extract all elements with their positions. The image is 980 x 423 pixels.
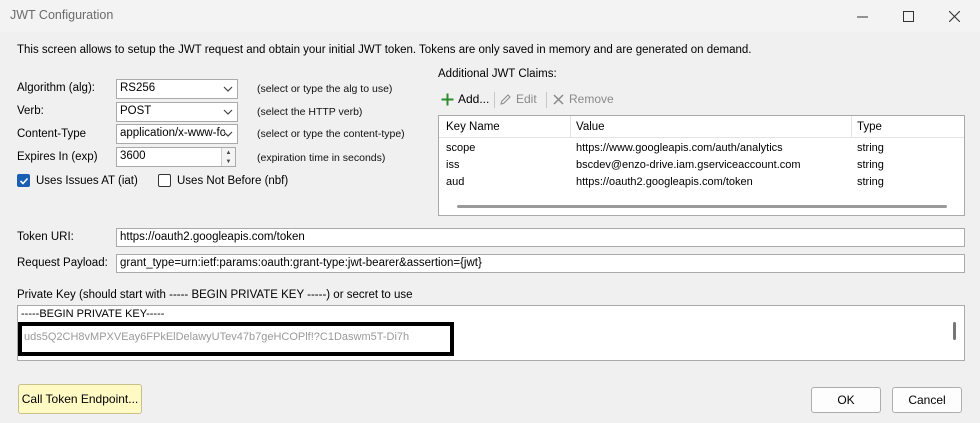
minimize-icon [856,16,868,17]
checkbox-checked-icon[interactable] [17,174,30,187]
column-header-value[interactable]: Value [576,121,605,133]
window-title: JWT Configuration [10,8,114,22]
cell-value: https://www.googleapis.com/auth/analytic… [576,142,783,154]
redaction-box: uds5Q2CH8vMPXVEay6FPkElDelawyUTev47b7geH… [18,322,454,356]
content-type-value: application/x-www-fc [120,127,226,139]
expires-in-hint: (expiration time in seconds) [257,152,386,164]
content-type-combo[interactable]: application/x-www-fc [116,124,238,144]
add-claim-button[interactable]: Add... [441,92,489,106]
checkbox-unchecked-icon[interactable] [158,174,171,187]
add-claim-label: Add... [458,92,490,106]
maximize-icon [902,10,914,22]
chevron-down-icon [223,86,233,92]
grid-header: Key Name Value Type [439,116,964,138]
cell-type: string [857,142,884,154]
horizontal-scrollbar[interactable] [457,205,947,208]
cell-value: bscdev@enzo-drive.iam.gserviceaccount.co… [576,159,801,171]
remove-claim-label: Remove [569,92,614,106]
close-icon [948,10,960,22]
maximize-button[interactable] [885,0,931,32]
expires-in-label: Expires In (exp) [17,151,98,163]
cancel-button[interactable]: Cancel [892,387,962,413]
column-header-key[interactable]: Key Name [446,121,500,133]
claims-grid[interactable]: Key Name Value Type scope https://www.go… [438,115,965,216]
edit-claim-button[interactable]: Edit [499,92,537,106]
uses-not-before-label: Uses Not Before (nbf) [177,174,289,187]
expires-in-value: 3600 [120,150,146,162]
algorithm-combo[interactable]: RS256 [116,79,238,99]
private-key-label: Private Key (should start with ----- BEG… [17,289,413,301]
expires-in-spinner[interactable]: 3600 ▲ ▼ [116,147,236,167]
cell-key: iss [446,159,460,171]
private-key-partial-line: uds5Q2CH8vMPXVEay6FPkElDelawyUTev47b7geH… [24,331,410,343]
vertical-scrollbar[interactable] [953,322,956,340]
toolbar-divider [546,92,547,108]
toolbar-divider [494,92,495,108]
chevron-down-icon [223,131,233,137]
pencil-icon [500,93,511,105]
remove-claim-button[interactable]: Remove [552,92,614,106]
private-key-first-line: -----BEGIN PRIVATE KEY----- [21,308,165,320]
algorithm-label: Algorithm (alg): [17,82,95,94]
edit-claim-label: Edit [516,92,537,106]
uses-issues-at-label: Uses Issues AT (iat) [36,174,138,187]
uses-issues-at-checkbox[interactable]: Uses Issues AT (iat) [17,174,138,187]
token-uri-label: Token URI: [17,231,74,243]
request-payload-input[interactable]: grant_type=urn:ietf:params:oauth:grant-t… [116,254,965,273]
algorithm-value: RS256 [120,82,156,94]
spin-down-icon[interactable]: ▼ [222,157,235,166]
cell-key: aud [446,176,465,188]
token-uri-input[interactable]: https://oauth2.googleapis.com/token [116,228,965,247]
column-header-type[interactable]: Type [857,121,882,133]
x-remove-icon [553,93,564,105]
title-bar: JWT Configuration [0,0,980,32]
ok-button[interactable]: OK [811,387,881,413]
plus-icon [441,93,454,105]
table-row[interactable]: scope https://www.googleapis.com/auth/an… [439,140,964,157]
cell-key: scope [446,142,476,154]
table-row[interactable]: iss bscdev@enzo-drive.iam.gserviceaccoun… [439,157,964,174]
content-type-hint: (select or type the content-type) [257,128,405,140]
verb-label: Verb: [17,105,44,117]
cell-type: string [857,176,884,188]
close-button[interactable] [931,0,977,32]
verb-hint: (select the HTTP verb) [257,106,363,118]
table-row[interactable]: aud https://oauth2.googleapis.com/token … [439,174,964,191]
cell-value: https://oauth2.googleapis.com/token [576,176,753,188]
column-divider[interactable] [570,116,571,138]
verb-value: POST [120,105,152,117]
content-type-label: Content-Type [17,128,87,140]
claims-title: Additional JWT Claims: [438,68,557,80]
verb-combo[interactable]: POST [116,102,238,122]
spinner-buttons[interactable]: ▲ ▼ [221,148,235,166]
request-payload-label: Request Payload: [17,257,108,269]
call-token-endpoint-button[interactable]: Call Token Endpoint... [18,384,142,414]
spin-up-icon[interactable]: ▲ [222,148,235,157]
column-divider[interactable] [851,116,852,138]
uses-not-before-checkbox[interactable]: Uses Not Before (nbf) [158,174,288,187]
cell-type: string [857,159,884,171]
algorithm-hint: (select or type the alg to use) [257,83,393,95]
minimize-button[interactable] [839,0,885,32]
description-text: This screen allows to setup the JWT requ… [17,44,752,56]
chevron-down-icon [223,109,233,115]
